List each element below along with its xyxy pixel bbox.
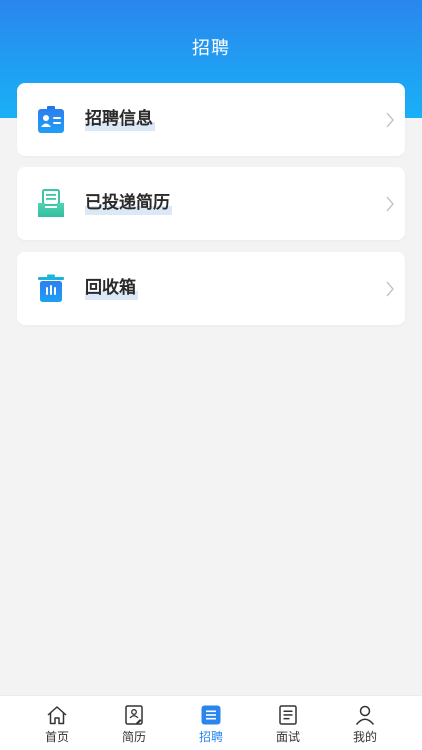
tab-interview[interactable]: 面试 xyxy=(250,696,326,750)
chevron-right-icon xyxy=(386,281,394,297)
menu-item-label: 已投递简历 xyxy=(85,191,172,215)
tab-label: 首页 xyxy=(44,730,69,744)
tab-label: 面试 xyxy=(275,730,300,744)
trash-icon xyxy=(38,274,64,302)
tab-home[interactable]: 首页 xyxy=(19,696,95,750)
tab-resume[interactable]: 简历 xyxy=(96,696,172,750)
tab-label: 我的 xyxy=(352,730,377,744)
bottom-tab-bar: 首页 简历 招聘 面试 我的 xyxy=(0,695,422,750)
menu-item-submitted-resumes[interactable]: 已投递简历 xyxy=(17,167,405,240)
tab-label: 招聘 xyxy=(198,730,223,744)
chevron-right-icon xyxy=(386,196,394,212)
menu-item-recycle-bin[interactable]: 回收箱 xyxy=(17,252,405,325)
document-icon xyxy=(279,705,297,725)
user-icon xyxy=(355,705,375,725)
tab-recruitment[interactable]: 招聘 xyxy=(173,696,249,750)
list-icon xyxy=(201,705,221,725)
tab-label: 简历 xyxy=(121,730,146,744)
chevron-right-icon xyxy=(386,112,394,128)
page-title: 招聘 xyxy=(192,38,230,59)
id-card-icon xyxy=(38,106,64,133)
tab-profile[interactable]: 我的 xyxy=(327,696,403,750)
home-icon xyxy=(47,706,67,725)
tray-document-icon xyxy=(38,189,64,217)
page: 招聘 招聘信息 已投递简历 回收箱 首页 简历 招聘 面试 我的 xyxy=(0,0,422,750)
menu-item-recruitment-info[interactable]: 招聘信息 xyxy=(17,83,405,156)
menu-item-label: 招聘信息 xyxy=(85,107,155,131)
menu-item-label: 回收箱 xyxy=(85,276,138,300)
resume-icon xyxy=(125,705,143,725)
